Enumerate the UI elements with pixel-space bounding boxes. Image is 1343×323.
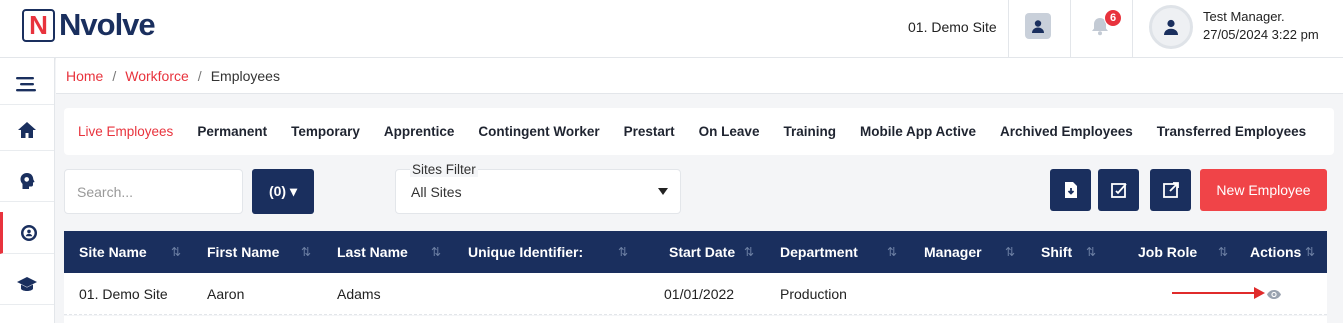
sidebar-item-employees[interactable] (0, 212, 54, 254)
sort-icon[interactable]: ⇅ (1005, 245, 1015, 259)
table-row-next (64, 316, 1327, 323)
new-employee-button[interactable]: New Employee (1200, 169, 1327, 211)
bulk-edit-button[interactable] (1098, 169, 1139, 211)
annotation-arrow-head (1254, 287, 1265, 299)
breadcrumb-separator: / (197, 67, 202, 84)
sort-icon[interactable]: ⇅ (171, 245, 181, 259)
sort-icon[interactable]: ⇅ (1086, 245, 1096, 259)
divider (1132, 0, 1133, 58)
edit-checkbox-icon (1110, 183, 1127, 198)
sort-icon[interactable]: ⇅ (887, 245, 897, 259)
employee-tabs: Live Employees Permanent Temporary Appre… (64, 108, 1334, 155)
external-link-icon (1162, 182, 1179, 198)
tab-apprentice[interactable]: Apprentice (384, 124, 455, 139)
user-avatar[interactable] (1149, 5, 1193, 49)
file-download-icon (1064, 182, 1077, 198)
user-name: Test Manager. (1203, 9, 1285, 24)
tab-mobile-app-active[interactable]: Mobile App Active (860, 124, 976, 139)
sort-icon[interactable]: ⇅ (301, 245, 311, 259)
tab-permanent[interactable]: Permanent (197, 124, 267, 139)
current-site[interactable]: 01. Demo Site (908, 19, 997, 35)
profile-card-icon (1032, 20, 1044, 33)
tab-temporary[interactable]: Temporary (291, 124, 360, 139)
cell-first-name: Aaron (207, 286, 245, 302)
tab-transferred-employees[interactable]: Transferred Employees (1157, 124, 1306, 139)
top-bar: N Nvolve 01. Demo Site 6 Test Manager. 2… (0, 0, 1343, 58)
view-eye-icon[interactable] (1266, 289, 1282, 300)
cell-start-date: 01/01/2022 (664, 286, 735, 302)
sidebar-menu-toggle[interactable] (0, 63, 54, 105)
annotation-arrow-line (1172, 292, 1256, 294)
logo-word: Nvolve (59, 7, 156, 42)
sites-filter-label: Sites Filter (410, 162, 478, 177)
divider (1070, 0, 1071, 58)
graduation-cap-icon (17, 276, 37, 291)
cell-department: Production (780, 286, 847, 302)
notification-count-badge: 6 (1104, 9, 1122, 27)
sort-icon[interactable]: ⇅ (618, 245, 628, 259)
tab-on-leave[interactable]: On Leave (699, 124, 760, 139)
profile-card-button[interactable] (1025, 13, 1051, 39)
col-job-role[interactable]: Job Role (1138, 244, 1197, 260)
search-input[interactable]: Search... (64, 169, 243, 214)
breadcrumb-current: Employees (210, 67, 280, 84)
col-last-name[interactable]: Last Name (337, 244, 408, 260)
sort-icon[interactable]: ⇅ (431, 245, 441, 259)
col-unique-identifier[interactable]: Unique Identifier: (468, 244, 583, 260)
col-shift[interactable]: Shift (1041, 244, 1072, 260)
breadcrumb-workforce[interactable]: Workforce (125, 68, 189, 84)
col-manager[interactable]: Manager (924, 244, 982, 260)
breadcrumb-separator: / (112, 67, 117, 84)
breadcrumb: Home / Workforce / Employees (56, 58, 1343, 94)
col-start-date[interactable]: Start Date (669, 244, 735, 260)
home-icon (18, 121, 36, 138)
col-site-name[interactable]: Site Name (79, 244, 147, 260)
col-department[interactable]: Department (780, 244, 858, 260)
sidebar-item-home[interactable] (0, 109, 54, 151)
breadcrumb-home[interactable]: Home (66, 68, 103, 84)
open-external-button[interactable] (1150, 169, 1191, 211)
sidebar-item-wellbeing[interactable] (0, 160, 54, 202)
employee-gear-icon (20, 224, 37, 241)
tab-prestart[interactable]: Prestart (624, 124, 675, 139)
user-datetime: 27/05/2024 3:22 pm (1203, 27, 1319, 42)
sort-icon[interactable]: ⇅ (744, 245, 754, 259)
tab-training[interactable]: Training (783, 124, 836, 139)
sidebar (0, 58, 55, 323)
cell-site-name: 01. Demo Site (79, 286, 168, 302)
cell-last-name: Adams (337, 286, 381, 302)
head-gear-icon (20, 172, 35, 189)
sort-icon[interactable]: ⇅ (1218, 245, 1228, 259)
col-actions: Actions (1250, 244, 1302, 260)
tab-live-employees[interactable]: Live Employees (78, 124, 173, 139)
export-button[interactable] (1050, 169, 1091, 211)
user-avatar-icon (1164, 19, 1178, 35)
nvolve-logo[interactable]: N Nvolve (22, 7, 156, 42)
column-count-dropdown[interactable]: (0) ▾ (252, 169, 314, 214)
col-first-name[interactable]: First Name (207, 244, 279, 260)
sort-icon[interactable]: ⇅ (1305, 245, 1315, 259)
logo-letter: N (22, 8, 55, 42)
table-header: Site Name ⇅ First Name ⇅ Last Name ⇅ Uni… (64, 231, 1327, 273)
tab-contingent-worker[interactable]: Contingent Worker (478, 124, 599, 139)
sites-filter-select[interactable]: Sites Filter All Sites (395, 162, 681, 214)
sidebar-item-training[interactable] (0, 263, 54, 305)
menu-icon (16, 76, 36, 91)
table-row[interactable]: 01. Demo Site Aaron Adams 01/01/2022 Pro… (64, 273, 1327, 315)
chevron-down-icon (658, 188, 668, 195)
tab-archived-employees[interactable]: Archived Employees (1000, 124, 1133, 139)
sites-filter-value: All Sites (411, 184, 462, 200)
divider (1008, 0, 1009, 58)
